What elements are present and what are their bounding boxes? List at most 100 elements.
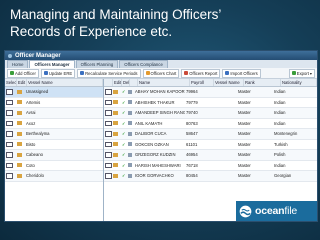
recalculate-button[interactable]: Recalculate Service Periods	[77, 68, 141, 78]
officer-row[interactable]: ✓ GOKCEN OZKAN 61101 Master Turkish	[104, 140, 317, 150]
edit-icon[interactable]	[17, 173, 22, 178]
edit-icon[interactable]	[17, 152, 22, 157]
tab-officers-planning[interactable]: Officers Planning	[75, 60, 119, 68]
col-edit[interactable]: Edit	[113, 79, 122, 86]
select-checkbox[interactable]	[105, 89, 112, 95]
check-icon[interactable]: ✓	[121, 100, 126, 105]
select-checkbox[interactable]	[6, 110, 13, 116]
select-checkbox[interactable]	[105, 110, 112, 116]
edit-icon[interactable]	[17, 110, 22, 115]
officer-row[interactable]: ✓ ABHISHEK THAKUR 79779 Master Indian	[104, 98, 317, 108]
select-checkbox[interactable]	[105, 141, 112, 148]
document-icon[interactable]	[128, 163, 132, 168]
document-icon[interactable]	[128, 152, 132, 157]
edit-icon[interactable]	[17, 163, 22, 168]
select-checkbox[interactable]	[6, 131, 13, 137]
document-icon[interactable]	[128, 100, 132, 105]
vessel-row[interactable]: Avrai	[5, 108, 103, 119]
col-payroll[interactable]: Payroll	[190, 79, 214, 86]
check-icon[interactable]: ✓	[121, 89, 126, 94]
edit-icon[interactable]	[113, 110, 118, 115]
document-icon[interactable]	[128, 89, 132, 94]
check-icon[interactable]: ✓	[121, 110, 126, 115]
edit-icon[interactable]	[113, 163, 118, 168]
report-icon	[184, 71, 189, 75]
officer-row[interactable]: ✓ ABHAY MOHAN KAPOOR 79964 Master Indian	[104, 87, 317, 98]
officers-grid-header: Edit Deletes Name Payroll Vessel Name Ra…	[104, 79, 317, 87]
vessel-row[interactable]: Bisto	[5, 140, 103, 150]
select-checkbox[interactable]	[105, 162, 112, 169]
document-icon[interactable]	[128, 142, 132, 147]
select-checkbox[interactable]	[105, 131, 112, 137]
edit-icon[interactable]	[113, 89, 118, 94]
vessel-row[interactable]: Cheridolo	[5, 171, 103, 182]
check-icon[interactable]: ✓	[121, 142, 126, 147]
vessel-row[interactable]: Coto	[5, 161, 103, 171]
edit-icon[interactable]	[113, 142, 118, 147]
edit-icon[interactable]	[17, 142, 22, 147]
edit-icon[interactable]	[113, 121, 118, 126]
check-icon[interactable]: ✓	[121, 121, 126, 126]
check-icon[interactable]: ✓	[121, 163, 126, 168]
check-icon[interactable]: ✓	[121, 152, 126, 157]
select-checkbox[interactable]	[6, 99, 13, 106]
col-vessel-name[interactable]: Vessel Name	[214, 79, 244, 86]
officer-row[interactable]: ✓ HARISH MAHESHWARI 76718 Master Indian	[104, 161, 317, 171]
import-icon	[225, 71, 230, 75]
vessel-row[interactable]: Axoz	[5, 119, 103, 129]
edit-icon[interactable]	[17, 131, 22, 136]
tab-officers-manager[interactable]: Officers Manager	[29, 60, 75, 68]
edit-icon[interactable]	[17, 89, 22, 94]
document-icon[interactable]	[128, 121, 132, 126]
officers-report-button[interactable]: Officers Report	[181, 68, 221, 78]
select-checkbox[interactable]	[6, 120, 13, 127]
slide-title-line2: Records of Experience etc.	[10, 24, 173, 39]
select-checkbox[interactable]	[6, 162, 13, 169]
edit-icon[interactable]	[113, 173, 118, 178]
officer-row[interactable]: ✓ ANIL KAMATH 80763 Master Indian	[104, 119, 317, 129]
officer-row[interactable]: ✓ AMANDEEP SINGH RANGI 79740 Master Indian	[104, 108, 317, 119]
edit-icon[interactable]	[113, 131, 118, 136]
vessel-row[interactable]: Cabeano	[5, 150, 103, 161]
select-checkbox[interactable]	[105, 120, 112, 127]
edit-icon[interactable]	[17, 121, 22, 126]
col-edit[interactable]: Edit	[17, 79, 27, 86]
add-officer-button[interactable]: Add Officer	[7, 68, 39, 78]
import-officers-button[interactable]: Import Officers	[222, 68, 261, 78]
update-ere-button[interactable]: Update ERE	[40, 68, 76, 78]
vessel-row[interactable]: Unassigned	[5, 87, 103, 98]
document-icon[interactable]	[128, 110, 132, 115]
export-button[interactable]: Export ▾	[288, 68, 315, 78]
col-select[interactable]: Select	[5, 79, 17, 86]
officer-row[interactable]: ✓ GRZEGORZ KUDZIN 46954 Master Polish	[104, 150, 317, 161]
select-checkbox[interactable]	[105, 99, 112, 106]
export-icon	[291, 71, 296, 75]
vessel-row[interactable]: Berthealyma	[5, 129, 103, 140]
document-icon[interactable]	[128, 173, 132, 178]
col-vessel-name[interactable]: Vessel Name	[27, 79, 103, 86]
col-deletes[interactable]: Deletes	[122, 79, 130, 86]
select-checkbox[interactable]	[6, 152, 13, 158]
officer-row[interactable]: ✓ DALIBOR CUCA 58647 Master Montenegrin	[104, 129, 317, 140]
document-icon[interactable]	[128, 131, 132, 136]
col-rank[interactable]: Rank	[244, 79, 281, 86]
edit-icon[interactable]	[17, 100, 22, 105]
check-icon[interactable]: ✓	[121, 131, 126, 136]
officers-chart-button[interactable]: Officers Chart	[142, 68, 180, 78]
edit-icon[interactable]	[113, 100, 118, 105]
tab-officers-compliance[interactable]: Officers Compliance	[119, 60, 168, 68]
edit-icon[interactable]	[113, 152, 118, 157]
vessel-row[interactable]: Artemis	[5, 98, 103, 108]
check-icon[interactable]: ✓	[121, 173, 126, 178]
window-titlebar: Officer Manager	[5, 51, 317, 60]
col-name[interactable]: Name	[138, 79, 190, 86]
officer-row[interactable]: ✓ IGOR GORVACHKO 80454 Master Georgian	[104, 171, 317, 182]
tab-home[interactable]: Home	[7, 60, 29, 68]
select-checkbox[interactable]	[105, 173, 112, 179]
select-checkbox[interactable]	[6, 141, 13, 148]
officers-grid: Edit Deletes Name Payroll Vessel Name Ra…	[104, 79, 317, 221]
select-checkbox[interactable]	[105, 152, 112, 158]
col-nationality[interactable]: Nationality	[281, 79, 317, 86]
select-checkbox[interactable]	[6, 173, 13, 179]
select-checkbox[interactable]	[6, 89, 13, 95]
